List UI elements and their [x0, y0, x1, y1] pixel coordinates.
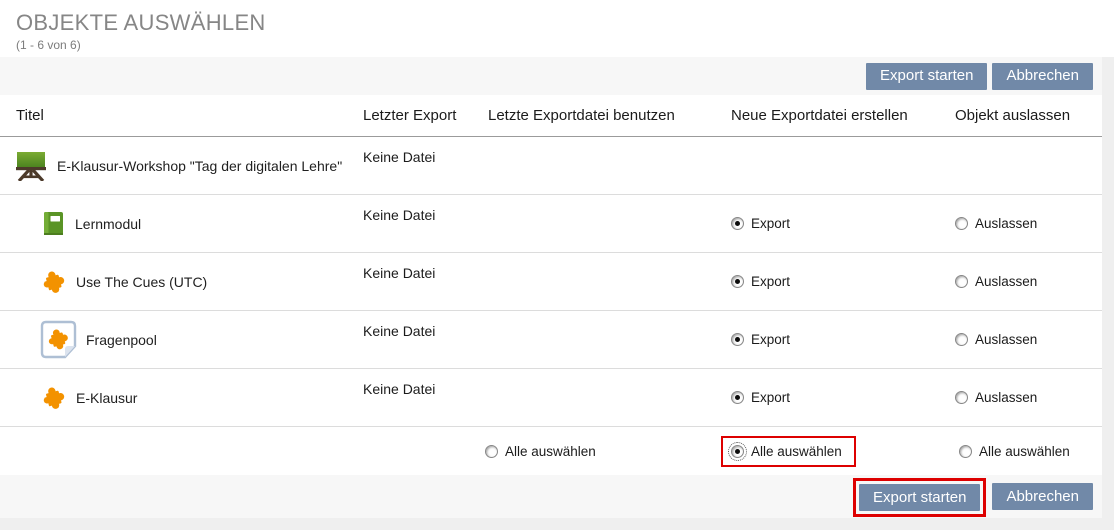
- export-start-button-bottom[interactable]: Export starten: [859, 484, 980, 511]
- export-table: Export starten Abbrechen Titel Letzter E…: [0, 57, 1102, 518]
- object-title: Lernmodul: [75, 216, 141, 232]
- select-all-use-last-radio[interactable]: [485, 445, 498, 458]
- test-puzzle-icon: [40, 268, 67, 295]
- select-all-label: Alle auswählen: [979, 444, 1070, 459]
- column-header-titel: Titel: [0, 107, 347, 124]
- export-radio-label: Export: [751, 390, 790, 405]
- last-export-value: Keine Datei: [347, 369, 472, 397]
- skip-radio[interactable]: [955, 217, 968, 230]
- last-export-value: Keine Datei: [347, 137, 472, 165]
- export-radio-label: Export: [751, 216, 790, 231]
- export-object-selection-screen: OBJEKTE AUSWÄHLEN (1 - 6 von 6) Export s…: [0, 0, 1114, 530]
- learning-module-icon: [40, 210, 66, 237]
- highlight-box-select-all: Alle auswählen: [721, 436, 856, 467]
- page-bottom-margin: [0, 516, 1114, 530]
- export-radio[interactable]: [731, 333, 744, 346]
- export-radio[interactable]: [731, 275, 744, 288]
- object-title: Fragenpool: [86, 332, 157, 348]
- test-puzzle-icon: [40, 384, 67, 411]
- table-row: Fragenpool Keine Datei Export Auslassen: [0, 311, 1102, 369]
- export-radio-label: Export: [751, 332, 790, 347]
- select-all-label: Alle auswählen: [751, 444, 842, 459]
- top-toolbar: Export starten Abbrechen: [0, 57, 1102, 95]
- column-header-letzter-export: Letzter Export: [347, 107, 472, 124]
- last-export-value: Keine Datei: [347, 253, 472, 281]
- pagination-info: (1 - 6 von 6): [16, 38, 1114, 52]
- export-radio[interactable]: [731, 217, 744, 230]
- skip-radio-label: Auslassen: [975, 274, 1037, 289]
- export-radio[interactable]: [731, 391, 744, 404]
- page-header: OBJEKTE AUSWÄHLEN (1 - 6 von 6): [0, 0, 1114, 57]
- course-icon: [14, 150, 48, 181]
- page-right-margin: [1102, 57, 1114, 530]
- select-all-skip-radio[interactable]: [959, 445, 972, 458]
- highlight-box-export-button: Export starten: [853, 478, 986, 517]
- export-start-button-top[interactable]: Export starten: [866, 63, 987, 90]
- table-row: Use The Cues (UTC) Keine Datei Export Au…: [0, 253, 1102, 311]
- select-all-label: Alle auswählen: [505, 444, 596, 459]
- skip-radio-label: Auslassen: [975, 332, 1037, 347]
- select-all-row: Alle auswählen Alle auswählen Alle auswä…: [0, 427, 1102, 475]
- select-all-new-export-radio[interactable]: [731, 445, 744, 458]
- skip-radio[interactable]: [955, 391, 968, 404]
- skip-radio-label: Auslassen: [975, 390, 1037, 405]
- page-title: OBJEKTE AUSWÄHLEN: [16, 10, 1114, 36]
- bottom-toolbar: Export starten Abbrechen: [0, 475, 1102, 518]
- object-title: E-Klausur-Workshop "Tag der digitalen Le…: [57, 158, 342, 174]
- column-header-letzte-exportdatei: Letzte Exportdatei benutzen: [472, 107, 715, 124]
- object-title: E-Klausur: [76, 390, 137, 406]
- table-row: Lernmodul Keine Datei Export Auslassen: [0, 195, 1102, 253]
- table-header-row: Titel Letzter Export Letzte Exportdatei …: [0, 95, 1102, 137]
- export-radio-label: Export: [751, 274, 790, 289]
- skip-radio[interactable]: [955, 333, 968, 346]
- table-row: E-Klausur-Workshop "Tag der digitalen Le…: [0, 137, 1102, 195]
- column-header-objekt-auslassen: Objekt auslassen: [939, 107, 1102, 124]
- skip-radio-label: Auslassen: [975, 216, 1037, 231]
- skip-radio[interactable]: [955, 275, 968, 288]
- cancel-button-top[interactable]: Abbrechen: [992, 63, 1093, 90]
- column-header-neue-exportdatei: Neue Exportdatei erstellen: [715, 107, 939, 124]
- table-row: E-Klausur Keine Datei Export Auslassen: [0, 369, 1102, 427]
- last-export-value: Keine Datei: [347, 195, 472, 223]
- last-export-value: Keine Datei: [347, 311, 472, 339]
- question-pool-icon: [40, 320, 77, 359]
- object-title: Use The Cues (UTC): [76, 274, 207, 290]
- cancel-button-bottom[interactable]: Abbrechen: [992, 483, 1093, 510]
